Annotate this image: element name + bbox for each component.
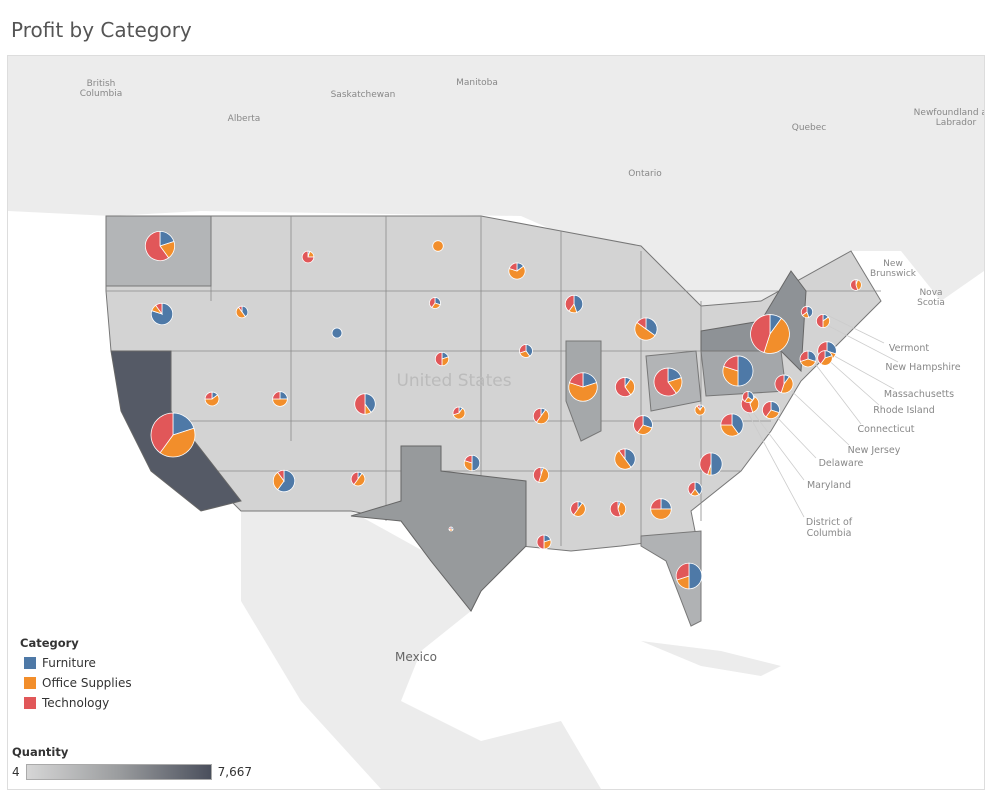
map-label-ns: Nova Scotia (917, 288, 945, 308)
map-canvas[interactable]: British ColumbiaAlbertaSaskatchewanManito… (8, 56, 984, 789)
pie-tn[interactable] (614, 448, 636, 470)
pie-pa[interactable] (722, 355, 754, 387)
legend-label: Furniture (42, 656, 96, 670)
map-label-sk: Saskatchewan (331, 90, 396, 100)
callout-label: Rhode Island (873, 405, 935, 416)
pie-fl[interactable] (675, 562, 703, 590)
quantity-legend-title: Quantity (12, 745, 69, 759)
pie-wv[interactable] (694, 404, 706, 416)
pie-in[interactable] (615, 377, 635, 397)
quantity-color-ramp (25, 764, 212, 780)
pie-ar[interactable] (533, 466, 549, 483)
pie-mt[interactable] (301, 250, 315, 264)
pie-mn[interactable] (508, 262, 526, 280)
callout-label: Vermont (889, 343, 929, 354)
pie-ut[interactable] (272, 391, 288, 407)
category-legend: Category Furniture Office Supplies Techn… (20, 636, 132, 715)
page-title: Profit by Category (11, 18, 192, 42)
quantity-legend: Quantity 4 7,667 (12, 745, 252, 780)
pie-or[interactable] (150, 302, 174, 326)
pie-ny[interactable] (750, 314, 790, 354)
quantity-min: 4 (12, 765, 20, 779)
pie-co[interactable] (354, 393, 376, 415)
pie-oh[interactable] (653, 367, 683, 397)
callout-label: New Jersey (848, 445, 901, 456)
pie-wa[interactable] (145, 230, 175, 262)
quantity-max: 7,667 (217, 765, 252, 779)
pie-mo[interactable] (532, 407, 550, 425)
pie-sc[interactable] (687, 481, 703, 497)
pie-slice-furniture[interactable] (331, 327, 343, 339)
map-label-ab: Alberta (228, 114, 261, 124)
pie-la[interactable] (536, 534, 552, 550)
pie-id[interactable] (235, 305, 249, 319)
pie-al[interactable] (609, 500, 627, 518)
callout-label: Delaware (819, 458, 864, 469)
office-supplies-swatch (24, 677, 36, 689)
pie-nv[interactable] (204, 391, 220, 407)
callout-label: Connecticut (858, 424, 915, 435)
pie-wi[interactable] (564, 294, 584, 314)
pie-dc[interactable] (742, 391, 754, 403)
pie-nh[interactable] (816, 313, 831, 329)
pie-nd[interactable] (432, 240, 444, 252)
pie-ct[interactable] (799, 350, 817, 368)
pie-tx[interactable] (448, 526, 454, 532)
callout-label: Massachusetts (884, 389, 954, 400)
pie-wy[interactable] (331, 327, 343, 339)
pie-me[interactable] (850, 279, 862, 291)
map-label-mb: Manitoba (456, 78, 498, 88)
legend-label: Office Supplies (42, 676, 132, 690)
pie-ms[interactable] (570, 501, 586, 517)
map-view[interactable]: British Columbia Alberta Saskatchewan Manito… (7, 55, 985, 790)
pie-vt[interactable] (800, 305, 814, 319)
legend-item-technology[interactable]: Technology (24, 695, 132, 711)
pie-ga[interactable] (650, 498, 672, 520)
pie-nc[interactable] (699, 452, 723, 476)
legend-item-furniture[interactable]: Furniture (24, 655, 132, 671)
pie-de[interactable] (762, 401, 780, 419)
technology-swatch (24, 697, 36, 709)
callout-label: New Hampshire (885, 362, 960, 373)
pie-il[interactable] (568, 372, 598, 402)
pie-ks[interactable] (452, 406, 466, 420)
pie-sd[interactable] (429, 297, 441, 309)
pie-nm[interactable] (350, 471, 366, 487)
legend-item-office-supplies[interactable]: Office Supplies (24, 675, 132, 691)
pie-ia[interactable] (519, 344, 533, 358)
pie-ne[interactable] (434, 351, 450, 367)
legend-title: Category (20, 636, 79, 650)
legend-label: Technology (42, 696, 110, 710)
callout-label: District of Columbia (806, 517, 853, 539)
pie-slice-office-supplies[interactable] (432, 240, 444, 252)
pie-az[interactable] (272, 469, 296, 493)
pie-slice-technology[interactable] (448, 526, 452, 531)
callout-label: Maryland (807, 480, 851, 491)
map-label-us: United States (396, 371, 511, 391)
map-label-mx: Mexico (395, 650, 437, 664)
map-label-qc: Quebec (792, 123, 827, 133)
pie-va[interactable] (720, 413, 744, 437)
pie-nj[interactable] (774, 374, 794, 394)
pie-ri[interactable] (817, 350, 833, 366)
furniture-swatch (24, 657, 36, 669)
pie-ca[interactable] (150, 412, 196, 458)
pie-ky[interactable] (633, 415, 653, 435)
map-label-on: Ontario (628, 169, 662, 179)
pie-mi[interactable] (634, 317, 658, 341)
pie-ok[interactable] (463, 454, 481, 472)
